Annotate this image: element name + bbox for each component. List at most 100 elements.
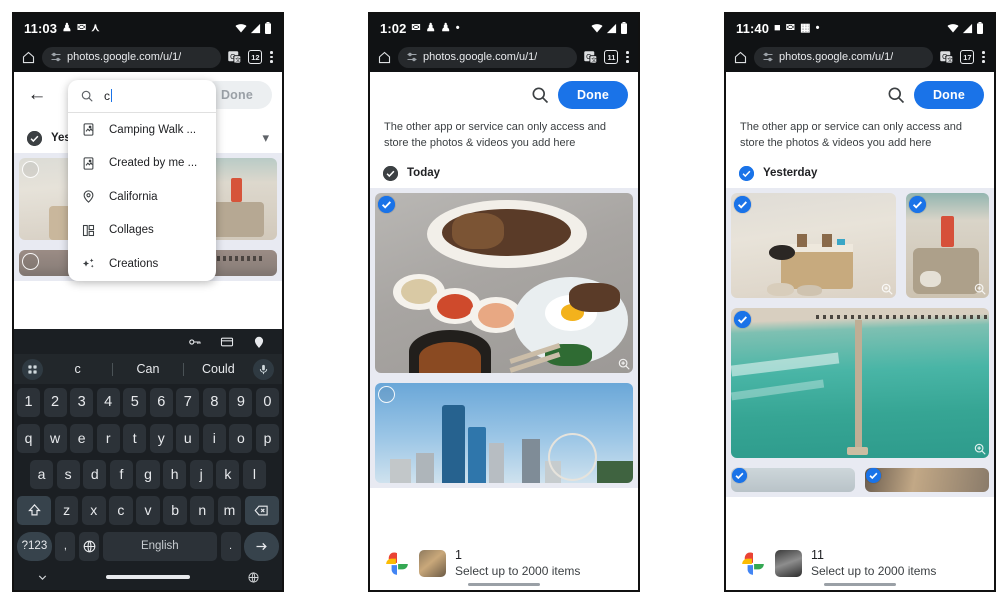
app-grid-icon[interactable] <box>22 358 43 380</box>
suggestion-item[interactable]: California <box>68 180 216 214</box>
translate-icon[interactable]: G文 <box>227 50 242 65</box>
zoom-in-icon[interactable] <box>880 282 894 296</box>
home-gesture-pill[interactable] <box>824 582 896 586</box>
key-5[interactable]: 5 <box>123 387 147 417</box>
tab-count-button[interactable]: 11 <box>604 50 619 64</box>
key-x[interactable]: x <box>81 495 106 525</box>
zoom-in-icon[interactable] <box>973 282 987 296</box>
key-4[interactable]: 4 <box>96 387 120 417</box>
key-m[interactable]: m <box>217 495 242 525</box>
key-v[interactable]: v <box>136 495 160 525</box>
translate-icon[interactable]: G文 <box>939 50 954 65</box>
search-icon[interactable] <box>886 85 906 105</box>
zoom-in-icon[interactable] <box>973 442 987 456</box>
key-1[interactable]: 1 <box>17 387 41 417</box>
photo-tile[interactable] <box>370 377 638 488</box>
overflow-menu-icon[interactable] <box>624 51 631 63</box>
key-u[interactable]: u <box>176 423 200 453</box>
tab-count-button[interactable]: 12 <box>248 50 263 64</box>
key-e[interactable]: e <box>70 423 94 453</box>
suggestion-item[interactable]: Camping Walk ... <box>68 113 216 147</box>
key-y[interactable]: y <box>149 423 173 453</box>
key-o[interactable]: o <box>229 423 253 453</box>
space-key[interactable]: English <box>102 531 218 561</box>
card-icon[interactable] <box>220 335 234 349</box>
key-9[interactable]: 9 <box>229 387 253 417</box>
key-w[interactable]: w <box>43 423 67 453</box>
suggestion-item[interactable]: Collages <box>68 214 216 248</box>
photo-tile[interactable] <box>370 187 638 378</box>
url-bar[interactable]: photos.google.com/u/1/ <box>42 46 222 68</box>
backspace-icon[interactable] <box>244 495 280 525</box>
suggestion-item[interactable]: Creations <box>68 247 216 281</box>
chevron-down-icon[interactable] <box>36 571 49 584</box>
done-button[interactable]: Done <box>913 81 984 109</box>
chevron-down-icon[interactable]: ▾ <box>262 130 269 146</box>
photo-select-circle[interactable] <box>22 253 39 270</box>
shift-icon[interactable] <box>17 495 52 525</box>
suggestion-word[interactable]: c <box>43 362 112 376</box>
suggestion-item[interactable]: Created by me ... <box>68 147 216 181</box>
key-k[interactable]: k <box>216 459 240 489</box>
key-r[interactable]: r <box>96 423 120 453</box>
key-c[interactable]: c <box>109 495 133 525</box>
key-0[interactable]: 0 <box>255 387 279 417</box>
key-a[interactable]: a <box>30 459 54 489</box>
photo-tile[interactable] <box>901 187 994 303</box>
globe-icon[interactable] <box>78 531 100 561</box>
key-b[interactable]: b <box>163 495 187 525</box>
key-t[interactable]: t <box>123 423 147 453</box>
symbols-key[interactable]: ?123 <box>17 531 52 561</box>
search-field[interactable]: c <box>68 80 216 113</box>
photo-tile[interactable] <box>860 462 994 497</box>
key-p[interactable]: p <box>255 423 279 453</box>
enter-arrow-icon[interactable] <box>244 531 279 561</box>
photo-select-checkbox[interactable] <box>909 195 927 213</box>
overflow-menu-icon[interactable] <box>268 51 275 63</box>
date-checkbox[interactable] <box>383 165 398 181</box>
home-gesture-pill[interactable] <box>106 575 190 579</box>
key-l[interactable]: l <box>242 459 266 489</box>
key-g[interactable]: g <box>136 459 160 489</box>
photo-select-checkbox[interactable] <box>734 195 751 213</box>
photo-select-checkbox[interactable] <box>378 195 395 213</box>
search-icon[interactable] <box>530 85 550 105</box>
suggestion-word[interactable]: Could <box>184 362 253 376</box>
home-icon[interactable] <box>733 50 748 65</box>
photo-tile[interactable] <box>726 187 902 303</box>
period-key[interactable]: . <box>220 531 241 561</box>
key-i[interactable]: i <box>202 423 226 453</box>
url-bar[interactable]: photos.google.com/u/1/ <box>398 46 578 68</box>
key-f[interactable]: f <box>109 459 133 489</box>
back-arrow-icon[interactable]: ← <box>24 84 50 106</box>
key-6[interactable]: 6 <box>149 387 173 417</box>
key-n[interactable]: n <box>190 495 215 525</box>
photo-select-checkbox[interactable] <box>866 467 881 483</box>
comma-key[interactable]: , <box>55 531 76 561</box>
suggestion-word[interactable]: Can <box>113 362 182 376</box>
key-7[interactable]: 7 <box>176 387 200 417</box>
zoom-in-icon[interactable] <box>617 357 631 371</box>
home-gesture-pill[interactable] <box>468 582 540 586</box>
microphone-icon[interactable] <box>252 358 274 380</box>
key-3[interactable]: 3 <box>70 387 94 417</box>
photo-select-circle[interactable] <box>22 161 39 178</box>
key-h[interactable]: h <box>163 459 187 489</box>
home-icon[interactable] <box>377 50 392 65</box>
photo-select-checkbox[interactable] <box>734 310 751 328</box>
tab-count-button[interactable]: 17 <box>960 50 975 64</box>
photo-select-circle[interactable] <box>378 385 395 403</box>
done-button[interactable]: Done <box>557 81 628 109</box>
key-8[interactable]: 8 <box>202 387 226 417</box>
key-icon[interactable] <box>188 335 202 349</box>
key-q[interactable]: q <box>17 423 41 453</box>
photo-tile[interactable] <box>726 302 994 463</box>
key-d[interactable]: d <box>83 459 107 489</box>
location-pin-icon[interactable] <box>252 335 266 349</box>
date-checkbox[interactable] <box>27 130 42 146</box>
globe-icon[interactable] <box>247 571 260 584</box>
date-checkbox[interactable] <box>739 165 754 181</box>
translate-icon[interactable]: G文 <box>583 50 598 65</box>
key-2[interactable]: 2 <box>43 387 67 417</box>
home-icon[interactable] <box>21 50 36 65</box>
